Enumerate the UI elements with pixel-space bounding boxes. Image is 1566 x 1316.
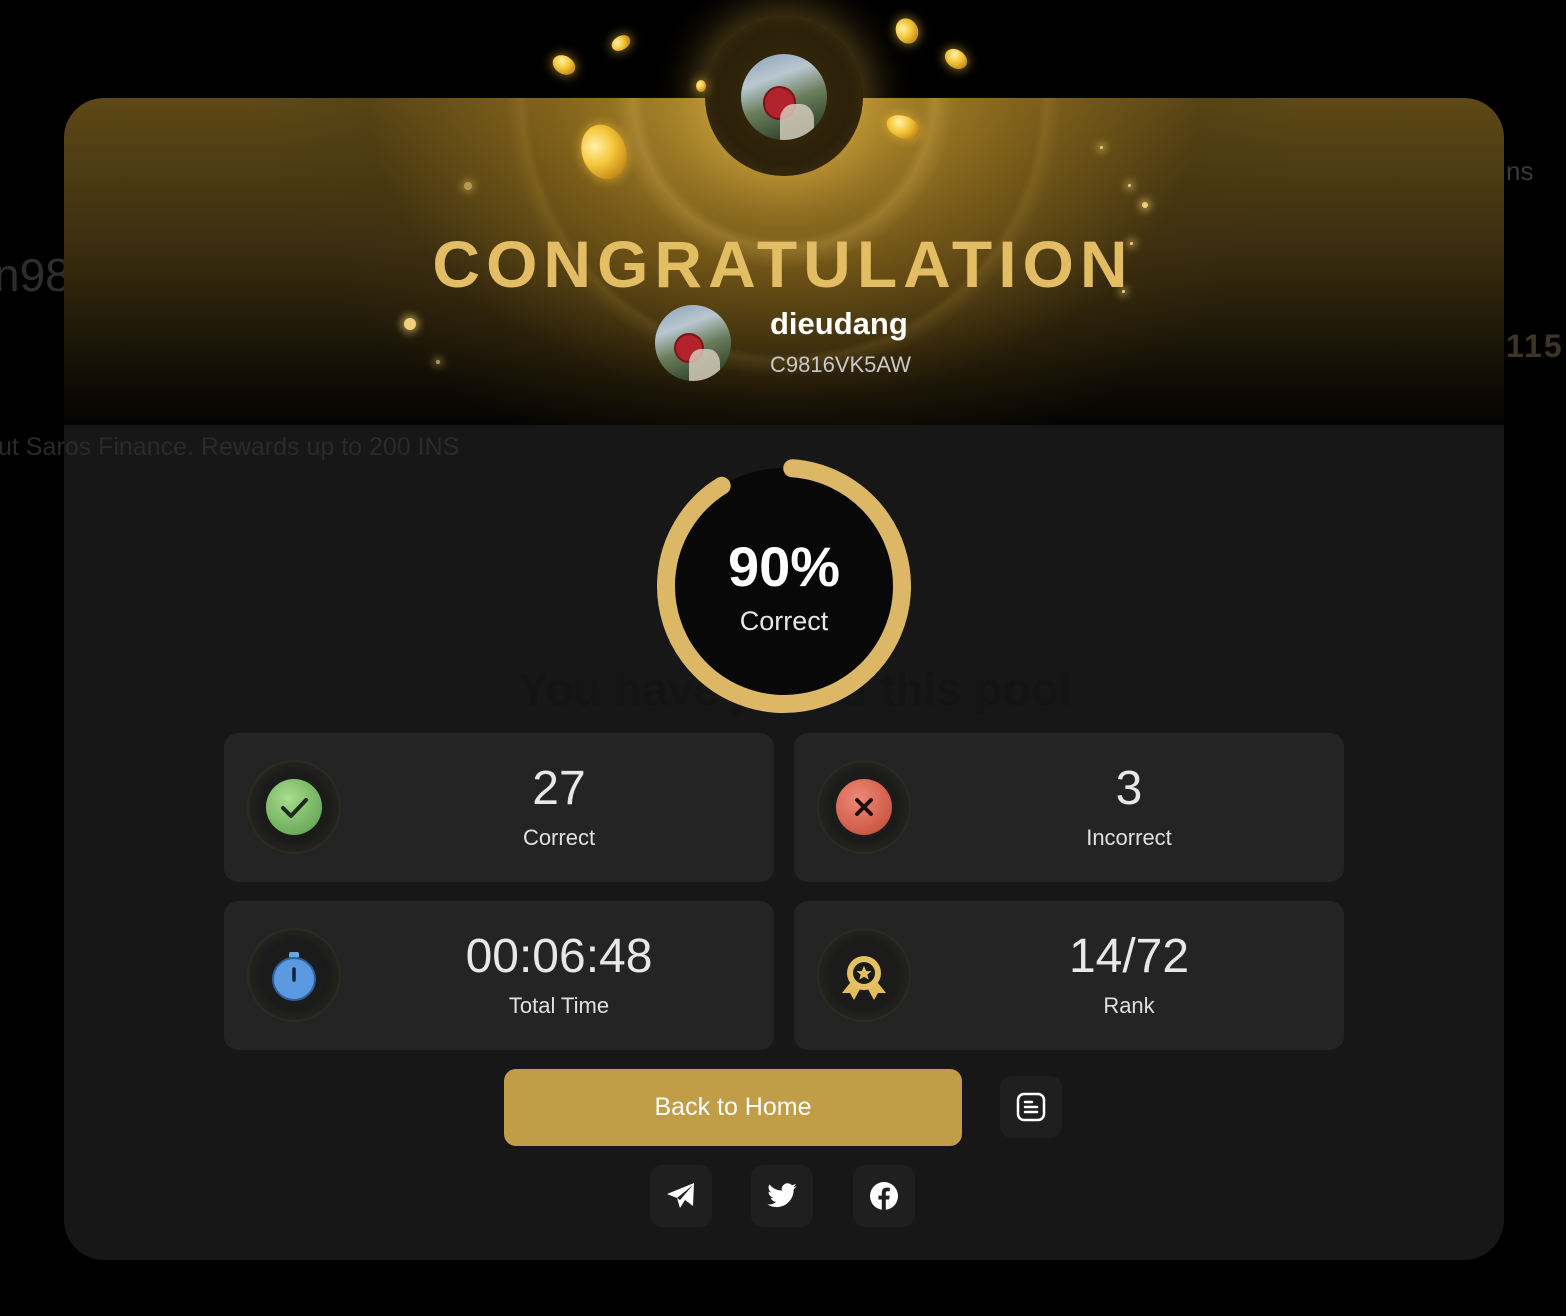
sparkle xyxy=(1142,202,1148,208)
top-avatar-ring xyxy=(705,18,863,176)
score-percent: 90% xyxy=(727,535,841,598)
stat-label: Total Time xyxy=(508,993,610,1018)
score-label: Correct xyxy=(739,606,829,636)
sparkle xyxy=(1100,146,1103,149)
icon-frame xyxy=(819,762,909,852)
close-icon xyxy=(836,779,892,835)
congratulation-title: CONGRATULATION xyxy=(432,227,1134,301)
stat-card-rank: 14/72 Rank xyxy=(794,901,1344,1050)
sparkle xyxy=(404,318,416,330)
username: dieudang xyxy=(770,306,908,341)
view-answers-button[interactable] xyxy=(1000,1076,1062,1138)
coin-icon xyxy=(608,31,634,55)
stat-value: 27 xyxy=(532,762,586,815)
icon-frame xyxy=(819,930,909,1020)
sparkle xyxy=(464,182,472,190)
sparkle xyxy=(436,360,440,364)
document-icon xyxy=(1016,1092,1046,1122)
back-to-home-button[interactable]: Back to Home xyxy=(504,1069,962,1146)
check-icon xyxy=(266,779,322,835)
stat-card-incorrect: 3 Incorrect xyxy=(794,733,1344,882)
background-subtitle: ut Saros Finance. Rewards up to 200 INS xyxy=(0,433,460,461)
share-facebook-button[interactable] xyxy=(853,1165,915,1227)
coin-icon xyxy=(549,51,579,79)
stat-label: Rank xyxy=(1103,993,1155,1018)
telegram-icon xyxy=(667,1183,694,1208)
stat-card-correct: 27 Correct xyxy=(224,733,774,882)
avatar xyxy=(741,54,827,140)
user-code: C9816VK5AW xyxy=(770,352,912,377)
stopwatch-icon xyxy=(266,947,322,1003)
coin-icon xyxy=(891,14,923,48)
background-text-right: ns xyxy=(1506,156,1534,186)
stat-value: 3 xyxy=(1115,762,1143,815)
user-avatar xyxy=(655,305,731,381)
stat-label: Incorrect xyxy=(1086,825,1172,850)
page: n98 ns 115 ut Saros Finance. Rewards up … xyxy=(0,0,1566,1316)
stat-value: 14/72 xyxy=(1068,930,1190,983)
stat-label: Correct xyxy=(522,825,596,850)
coin-icon xyxy=(696,80,706,92)
score-ring: 90% Correct xyxy=(654,456,914,716)
stat-value: 00:06:48 xyxy=(465,930,653,983)
sparkle xyxy=(1128,184,1131,187)
coin-icon xyxy=(941,44,971,74)
medal-icon xyxy=(836,947,892,1003)
background-number-right: 115 xyxy=(1506,328,1564,364)
share-telegram-button[interactable] xyxy=(650,1165,712,1227)
twitter-icon xyxy=(767,1183,797,1208)
icon-frame xyxy=(249,930,339,1020)
share-twitter-button[interactable] xyxy=(751,1165,813,1227)
icon-frame xyxy=(249,762,339,852)
stat-card-time: 00:06:48 Total Time xyxy=(224,901,774,1050)
facebook-icon xyxy=(870,1182,898,1210)
